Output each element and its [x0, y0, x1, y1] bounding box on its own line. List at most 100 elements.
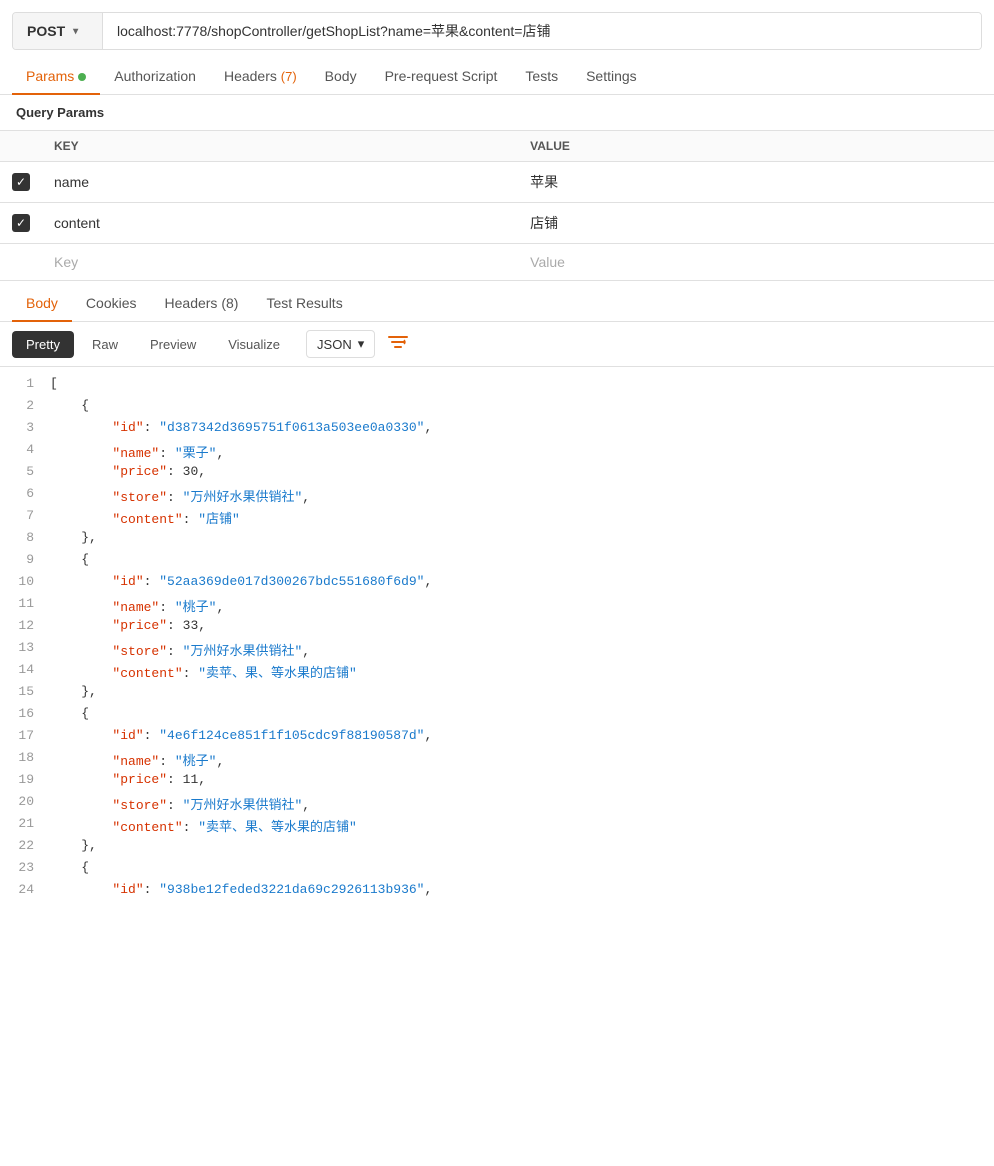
tab-prerequest[interactable]: Pre-request Script — [371, 58, 512, 94]
code-line: 9 { — [0, 551, 994, 573]
line-content: [ — [50, 375, 994, 391]
params-table: KEY VALUE ✓ name 苹果 ✓ content 店铺 Key Val… — [0, 130, 994, 281]
line-number: 17 — [0, 727, 50, 743]
code-line: 19 "price": 11, — [0, 771, 994, 793]
line-number: 24 — [0, 881, 50, 897]
code-line: 20 "store": "万州好水果供销社", — [0, 793, 994, 815]
line-number: 5 — [0, 463, 50, 479]
tab-body[interactable]: Body — [311, 58, 371, 94]
url-input[interactable] — [103, 13, 981, 49]
line-content: "price": 30, — [50, 463, 994, 479]
tab-tests[interactable]: Tests — [511, 58, 572, 94]
line-number: 4 — [0, 441, 50, 457]
line-number: 12 — [0, 617, 50, 633]
code-line: 14 "content": "卖苹、果、等水果的店铺" — [0, 661, 994, 683]
line-content: }, — [50, 529, 994, 545]
format-row: Pretty Raw Preview Visualize JSON ▾ — [0, 322, 994, 367]
code-line: 3 "id": "d387342d3695751f0613a503ee0a033… — [0, 419, 994, 441]
json-format-label: JSON — [317, 337, 352, 352]
line-content: "id": "4e6f124ce851f1f105cdc9f88190587d"… — [50, 727, 994, 743]
tab-settings[interactable]: Settings — [572, 58, 651, 94]
line-number: 7 — [0, 507, 50, 523]
key-placeholder[interactable]: Key — [54, 254, 78, 270]
code-line: 18 "name": "桃子", — [0, 749, 994, 771]
value-placeholder[interactable]: Value — [530, 254, 565, 270]
tab-headers[interactable]: Headers (7) — [210, 58, 311, 94]
line-number: 16 — [0, 705, 50, 721]
line-content: }, — [50, 837, 994, 853]
line-content: "store": "万州好水果供销社", — [50, 485, 994, 505]
row1-value[interactable]: 苹果 — [518, 162, 994, 203]
row2-key[interactable]: content — [42, 203, 518, 244]
line-content: "name": "栗子", — [50, 441, 994, 461]
row1-checkbox[interactable]: ✓ — [12, 173, 30, 191]
code-line: 24 "id": "938be12feded3221da69c2926113b9… — [0, 881, 994, 903]
tab-params[interactable]: Params — [12, 58, 100, 94]
code-line: 23 { — [0, 859, 994, 881]
row1-key[interactable]: name — [42, 162, 518, 203]
line-number: 10 — [0, 573, 50, 589]
code-area: 1[2 {3 "id": "d387342d3695751f0613a503ee… — [0, 367, 994, 911]
table-row: ✓ name 苹果 — [0, 162, 994, 203]
code-line: 1[ — [0, 375, 994, 397]
line-number: 1 — [0, 375, 50, 391]
format-visualize[interactable]: Visualize — [214, 331, 294, 358]
line-content: "name": "桃子", — [50, 749, 994, 769]
line-content: "content": "店铺" — [50, 507, 994, 527]
line-number: 22 — [0, 837, 50, 853]
line-number: 8 — [0, 529, 50, 545]
line-number: 15 — [0, 683, 50, 699]
code-line: 13 "store": "万州好水果供销社", — [0, 639, 994, 661]
line-number: 18 — [0, 749, 50, 765]
line-content: { — [50, 859, 994, 875]
response-tab-headers[interactable]: Headers (8) — [151, 285, 253, 321]
line-number: 9 — [0, 551, 50, 567]
col-key-header: KEY — [42, 131, 518, 162]
query-params-label: Query Params — [0, 95, 994, 130]
line-content: "id": "52aa369de017d300267bdc551680f6d9"… — [50, 573, 994, 589]
response-tab-testresults[interactable]: Test Results — [252, 285, 356, 321]
url-bar: POST ▾ — [12, 12, 982, 50]
line-content: "store": "万州好水果供销社", — [50, 793, 994, 813]
tab-authorization[interactable]: Authorization — [100, 58, 210, 94]
format-pretty[interactable]: Pretty — [12, 331, 74, 358]
code-line: 21 "content": "卖苹、果、等水果的店铺" — [0, 815, 994, 837]
row2-value[interactable]: 店铺 — [518, 203, 994, 244]
line-number: 20 — [0, 793, 50, 809]
line-content: "name": "桃子", — [50, 595, 994, 615]
line-content: { — [50, 397, 994, 413]
line-content: "content": "卖苹、果、等水果的店铺" — [50, 661, 994, 681]
table-row: ✓ content 店铺 — [0, 203, 994, 244]
code-line: 22 }, — [0, 837, 994, 859]
code-line: 12 "price": 33, — [0, 617, 994, 639]
json-format-selector[interactable]: JSON ▾ — [306, 330, 375, 358]
code-line: 10 "id": "52aa369de017d300267bdc551680f6… — [0, 573, 994, 595]
line-number: 2 — [0, 397, 50, 413]
line-content: "content": "卖苹、果、等水果的店铺" — [50, 815, 994, 835]
line-number: 23 — [0, 859, 50, 875]
line-content: "price": 33, — [50, 617, 994, 633]
code-line: 16 { — [0, 705, 994, 727]
code-line: 4 "name": "栗子", — [0, 441, 994, 463]
response-tab-body[interactable]: Body — [12, 285, 72, 321]
method-selector[interactable]: POST ▾ — [13, 13, 103, 49]
code-line: 6 "store": "万州好水果供销社", — [0, 485, 994, 507]
row2-checkbox[interactable]: ✓ — [12, 214, 30, 232]
col-value-header: VALUE — [518, 131, 994, 162]
line-content: { — [50, 705, 994, 721]
method-label: POST — [27, 23, 65, 39]
col-check-header — [0, 131, 42, 162]
request-tabs: Params Authorization Headers (7) Body Pr… — [0, 58, 994, 95]
line-number: 19 — [0, 771, 50, 787]
response-tab-cookies[interactable]: Cookies — [72, 285, 151, 321]
format-raw[interactable]: Raw — [78, 331, 132, 358]
params-dot — [78, 73, 86, 81]
line-content: { — [50, 551, 994, 567]
line-number: 21 — [0, 815, 50, 831]
format-preview[interactable]: Preview — [136, 331, 210, 358]
response-headers-badge: (8) — [221, 295, 238, 311]
filter-icon[interactable] — [387, 333, 409, 356]
line-content: "id": "938be12feded3221da69c2926113b936"… — [50, 881, 994, 897]
code-line: 11 "name": "桃子", — [0, 595, 994, 617]
line-content: "id": "d387342d3695751f0613a503ee0a0330"… — [50, 419, 994, 435]
